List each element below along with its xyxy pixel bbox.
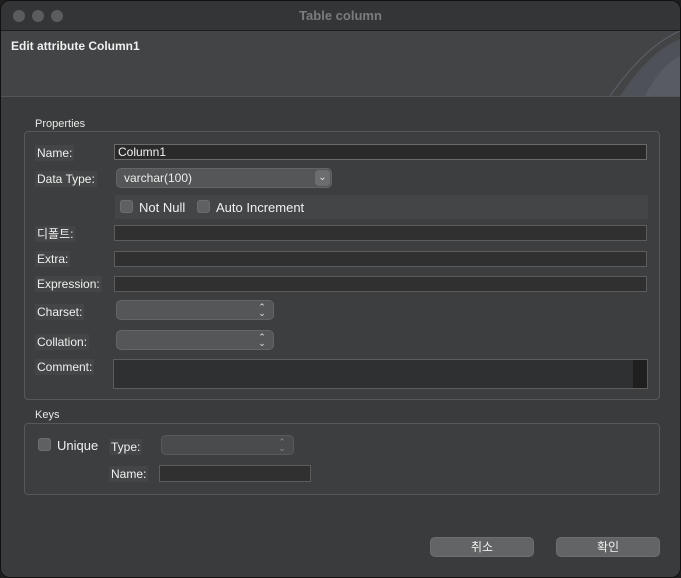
title-bar[interactable]: Table column xyxy=(1,1,680,31)
not-null-checkbox[interactable] xyxy=(120,200,133,213)
comment-label: Comment: xyxy=(35,359,95,375)
extra-input[interactable] xyxy=(114,251,647,267)
comment-textarea[interactable] xyxy=(113,359,648,389)
updown-chevron-icon: ⌃ ⌄ xyxy=(258,332,266,348)
cancel-button[interactable]: 취소 xyxy=(430,537,534,557)
keys-section-label: Keys xyxy=(35,409,60,421)
keys-group: Unique Type: ⌃ ⌄ Name: xyxy=(24,423,660,495)
ok-button[interactable]: 확인 xyxy=(556,537,660,557)
default-label: 디폴트: xyxy=(35,226,76,242)
not-null-label[interactable]: Not Null xyxy=(139,200,185,215)
data-type-select[interactable]: varchar(100) ⌄ xyxy=(116,168,332,188)
dialog-body: Properties Name: Column1 Data Type: varc… xyxy=(1,97,680,577)
comment-scrollbar[interactable] xyxy=(633,360,647,388)
dialog-heading: Edit attribute Column1 xyxy=(11,39,140,53)
column-options-row: Not Null Auto Increment xyxy=(115,195,648,219)
charset-label: Charset: xyxy=(35,304,85,320)
collation-label: Collation: xyxy=(35,334,90,350)
unique-label[interactable]: Unique xyxy=(57,438,98,453)
name-label: Name: xyxy=(35,145,75,161)
properties-group: Name: Column1 Data Type: varchar(100) ⌄ … xyxy=(24,131,660,400)
column-name-input[interactable]: Column1 xyxy=(114,144,647,160)
key-type-label: Type: xyxy=(109,439,143,455)
auto-increment-label[interactable]: Auto Increment xyxy=(216,200,304,215)
data-type-label: Data Type: xyxy=(35,171,97,187)
data-type-value: varchar(100) xyxy=(124,171,193,185)
updown-chevron-icon: ⌃ ⌄ xyxy=(258,302,266,318)
collation-select[interactable]: ⌃ ⌄ xyxy=(116,330,274,350)
default-value-input[interactable] xyxy=(114,225,647,241)
properties-section-label: Properties xyxy=(35,118,86,130)
auto-increment-checkbox[interactable] xyxy=(197,200,210,213)
unique-checkbox[interactable] xyxy=(38,438,51,451)
key-type-select[interactable]: ⌃ ⌄ xyxy=(161,435,294,455)
key-name-input[interactable] xyxy=(159,465,311,482)
updown-chevron-icon: ⌃ ⌄ xyxy=(278,437,286,453)
dialog-window: Table column Edit attribute Column1 Prop… xyxy=(0,0,681,578)
expression-label: Expression: xyxy=(35,276,102,292)
dialog-header: Edit attribute Column1 xyxy=(1,31,680,97)
window-title: Table column xyxy=(299,8,382,23)
extra-label: Extra: xyxy=(35,251,71,267)
header-decoration-graphic xyxy=(609,31,680,96)
chevron-down-icon: ⌄ xyxy=(315,170,330,186)
key-name-label: Name: xyxy=(109,466,149,482)
expression-input[interactable] xyxy=(114,276,647,292)
charset-select[interactable]: ⌃ ⌄ xyxy=(116,300,274,320)
